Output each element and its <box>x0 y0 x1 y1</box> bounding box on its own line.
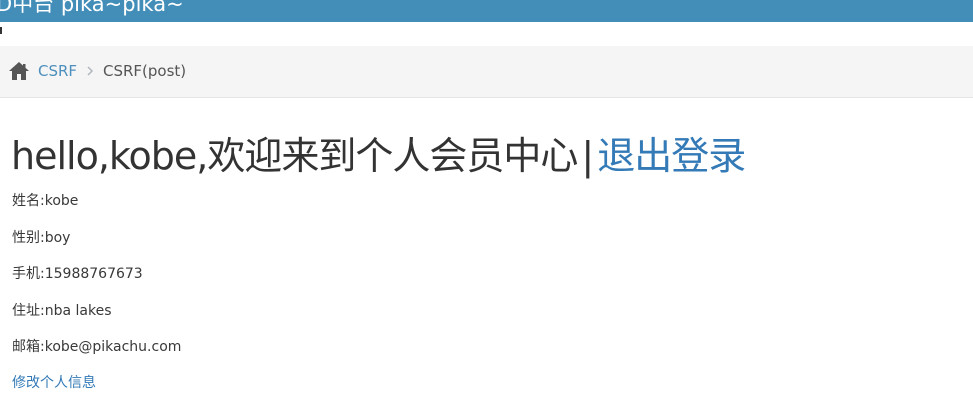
page-title: hello,kobe,欢迎来到个人会员中心 | 退出登录 <box>11 130 746 182</box>
info-name: 姓名:kobe <box>12 193 79 209</box>
title-separator: | <box>581 134 594 178</box>
app-title: D中台 pika~pika~ <box>0 0 184 16</box>
chevron-right-icon <box>87 66 94 76</box>
breadcrumb-active: CSRF(post) <box>103 62 187 80</box>
decorative-mark <box>0 27 2 34</box>
logout-link[interactable]: 退出登录 <box>597 134 746 178</box>
info-phone: 手机:15988767673 <box>12 266 143 282</box>
edit-profile-link[interactable]: 修改个人信息 <box>12 373 96 393</box>
info-email: 邮箱:kobe@pikachu.com <box>12 339 182 355</box>
home-icon[interactable] <box>8 61 30 81</box>
breadcrumb-link-csrf[interactable]: CSRF <box>38 61 77 81</box>
greeting-text: hello,kobe,欢迎来到个人会员中心 <box>11 134 578 178</box>
breadcrumb: CSRF CSRF(post) <box>0 46 973 98</box>
info-gender: 性别:boy <box>12 230 71 246</box>
top-navbar: D中台 pika~pika~ <box>0 0 973 22</box>
info-address: 住址:nba lakes <box>12 303 112 319</box>
